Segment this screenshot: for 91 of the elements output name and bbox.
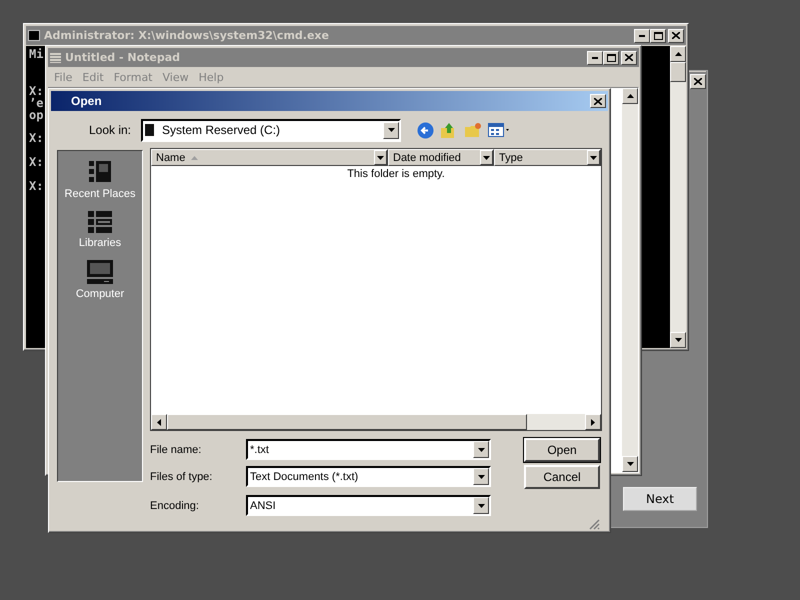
down-arrow-icon xyxy=(388,128,394,132)
column-label: Type xyxy=(499,152,523,164)
column-dropdown-button[interactable] xyxy=(587,150,600,165)
scroll-thumb[interactable] xyxy=(670,62,686,82)
notepad-icon xyxy=(50,52,61,62)
sidebar-place[interactable]: Libraries xyxy=(78,210,122,249)
console-text: X: xyxy=(29,156,44,168)
field-label: File name: xyxy=(150,444,202,456)
scroll-thumb[interactable] xyxy=(167,414,527,430)
console-text: op xyxy=(29,109,44,121)
window-title: Open xyxy=(71,94,103,108)
dropdown-button[interactable] xyxy=(383,122,399,138)
left-arrow-icon xyxy=(157,418,161,426)
down-arrow-icon xyxy=(590,156,597,160)
sidebar-place[interactable]: Computer xyxy=(76,259,124,300)
minimize-icon xyxy=(639,34,645,36)
minimize-button[interactable] xyxy=(634,28,650,42)
console-text: Mi xyxy=(29,48,44,60)
field-label: Files of type: xyxy=(150,470,214,482)
maximize-icon xyxy=(606,54,616,62)
field-value: ANSI xyxy=(250,500,276,512)
column-header[interactable]: Name xyxy=(151,149,388,166)
scroll-down-button[interactable] xyxy=(622,456,638,472)
down-arrow-icon xyxy=(478,504,484,508)
scroll-up-button[interactable] xyxy=(670,46,686,62)
close-button[interactable] xyxy=(690,74,706,89)
close-button[interactable] xyxy=(590,94,606,108)
dropdown-button[interactable] xyxy=(473,441,489,458)
combo-field[interactable]: ANSI xyxy=(246,495,491,516)
down-arrow-icon xyxy=(626,462,634,466)
close-icon xyxy=(694,78,702,85)
horizontal-scrollbar[interactable] xyxy=(151,414,601,430)
vertical-scrollbar[interactable] xyxy=(670,46,686,348)
right-arrow-icon xyxy=(591,418,595,426)
recent-places-icon xyxy=(87,159,113,185)
console-text: X: xyxy=(29,132,44,144)
console-text: X: xyxy=(29,85,44,97)
down-arrow-icon xyxy=(674,338,682,342)
maximize-button[interactable] xyxy=(650,28,666,42)
console-text: X: xyxy=(29,180,44,192)
resize-grip-icon[interactable] xyxy=(589,519,600,530)
scroll-left-button[interactable] xyxy=(151,414,167,430)
field-label: Encoding: xyxy=(150,500,200,512)
scroll-up-button[interactable] xyxy=(622,88,638,104)
dropdown-button[interactable] xyxy=(473,468,489,485)
close-icon xyxy=(594,98,602,104)
field-value: *.txt xyxy=(250,444,269,456)
down-arrow-icon xyxy=(478,474,484,478)
column-dropdown-button[interactable] xyxy=(374,150,387,165)
console-text: ’e xyxy=(29,97,44,109)
maximize-icon xyxy=(654,32,662,40)
field-value: Text Documents (*.txt) xyxy=(250,470,358,482)
dropdown-button[interactable] xyxy=(473,497,489,514)
column-header[interactable]: Date modified xyxy=(388,149,494,166)
window-title: Untitled - Notepad xyxy=(65,51,182,64)
dialog-button[interactable]: Open xyxy=(524,438,600,462)
down-arrow-icon xyxy=(478,448,484,452)
column-header[interactable]: Type xyxy=(494,149,601,166)
location-value: System Reserved (C:) xyxy=(162,123,280,137)
down-arrow-icon xyxy=(483,156,490,160)
back-icon[interactable] xyxy=(417,122,434,138)
close-icon xyxy=(672,32,680,39)
combo-field[interactable]: *.txt xyxy=(246,439,491,460)
column-label: Name xyxy=(156,152,186,164)
minimize-icon xyxy=(592,56,598,58)
vertical-scrollbar[interactable] xyxy=(622,88,638,472)
console-icon xyxy=(28,30,40,41)
up-arrow-icon xyxy=(626,94,634,98)
combo-field[interactable]: Text Documents (*.txt) xyxy=(246,466,491,487)
close-button[interactable] xyxy=(621,50,637,64)
libraries-icon xyxy=(87,210,113,234)
computer-icon xyxy=(86,259,114,285)
next-button[interactable]: Next xyxy=(623,487,697,511)
up-arrow-icon xyxy=(674,52,682,56)
drive-icon xyxy=(145,124,154,136)
column-dropdown-button[interactable] xyxy=(480,150,493,165)
close-button[interactable] xyxy=(668,28,684,42)
view-menu-icon[interactable] xyxy=(488,122,512,138)
scroll-down-button[interactable] xyxy=(670,332,686,348)
down-arrow-icon xyxy=(377,156,384,160)
scroll-right-button[interactable] xyxy=(585,414,601,430)
column-label: Date modified xyxy=(393,152,461,164)
close-icon xyxy=(625,54,633,61)
window-title: Administrator: X:\windows\system32\cmd.exe xyxy=(44,29,330,42)
minimize-button[interactable] xyxy=(587,50,603,64)
dialog-button[interactable]: Cancel xyxy=(524,465,600,489)
empty-folder-message: This folder is empty. xyxy=(347,168,445,180)
sidebar-place[interactable]: Recent Places xyxy=(64,159,136,200)
look-in-label: Look in: xyxy=(88,123,132,137)
location-dropdown[interactable]: System Reserved (C:) xyxy=(141,118,401,142)
maximize-button[interactable] xyxy=(603,50,619,64)
